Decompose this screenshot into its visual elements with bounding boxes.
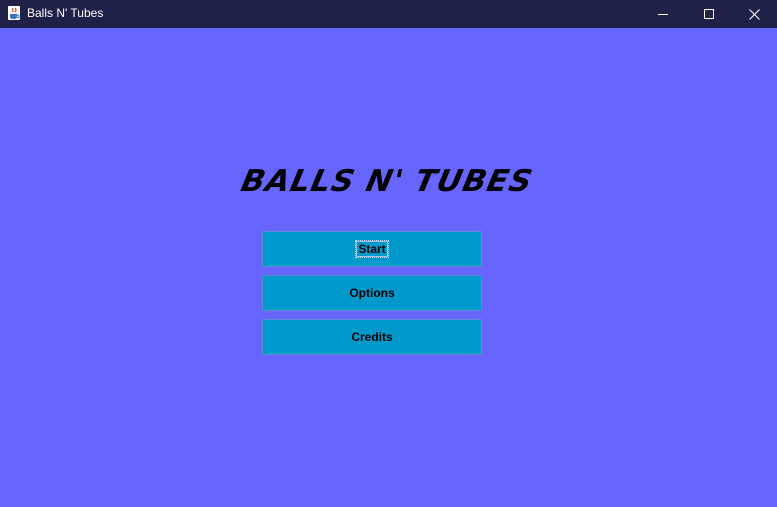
window-title: Balls N' Tubes — [27, 6, 104, 20]
maximize-button[interactable] — [686, 0, 732, 28]
options-button[interactable]: Options — [262, 275, 482, 311]
minimize-icon — [658, 9, 668, 19]
java-coffee-cup-icon[interactable] — [7, 5, 21, 21]
close-button[interactable] — [731, 0, 777, 28]
app-window: Balls N' Tubes BALLS N' TUBES Start Opti… — [0, 0, 777, 507]
options-button-label: Options — [349, 286, 395, 300]
start-button[interactable]: Start — [262, 231, 482, 267]
credits-button[interactable]: Credits — [262, 319, 482, 355]
close-icon — [748, 8, 760, 20]
credits-button-label: Credits — [351, 330, 393, 344]
game-title: BALLS N' TUBES — [237, 164, 537, 199]
maximize-icon — [704, 9, 714, 19]
main-menu-panel: BALLS N' TUBES Start Options Credits — [0, 28, 777, 507]
minimize-button[interactable] — [640, 0, 686, 28]
title-bar[interactable]: Balls N' Tubes — [0, 0, 777, 28]
start-button-label: Start — [355, 240, 389, 258]
